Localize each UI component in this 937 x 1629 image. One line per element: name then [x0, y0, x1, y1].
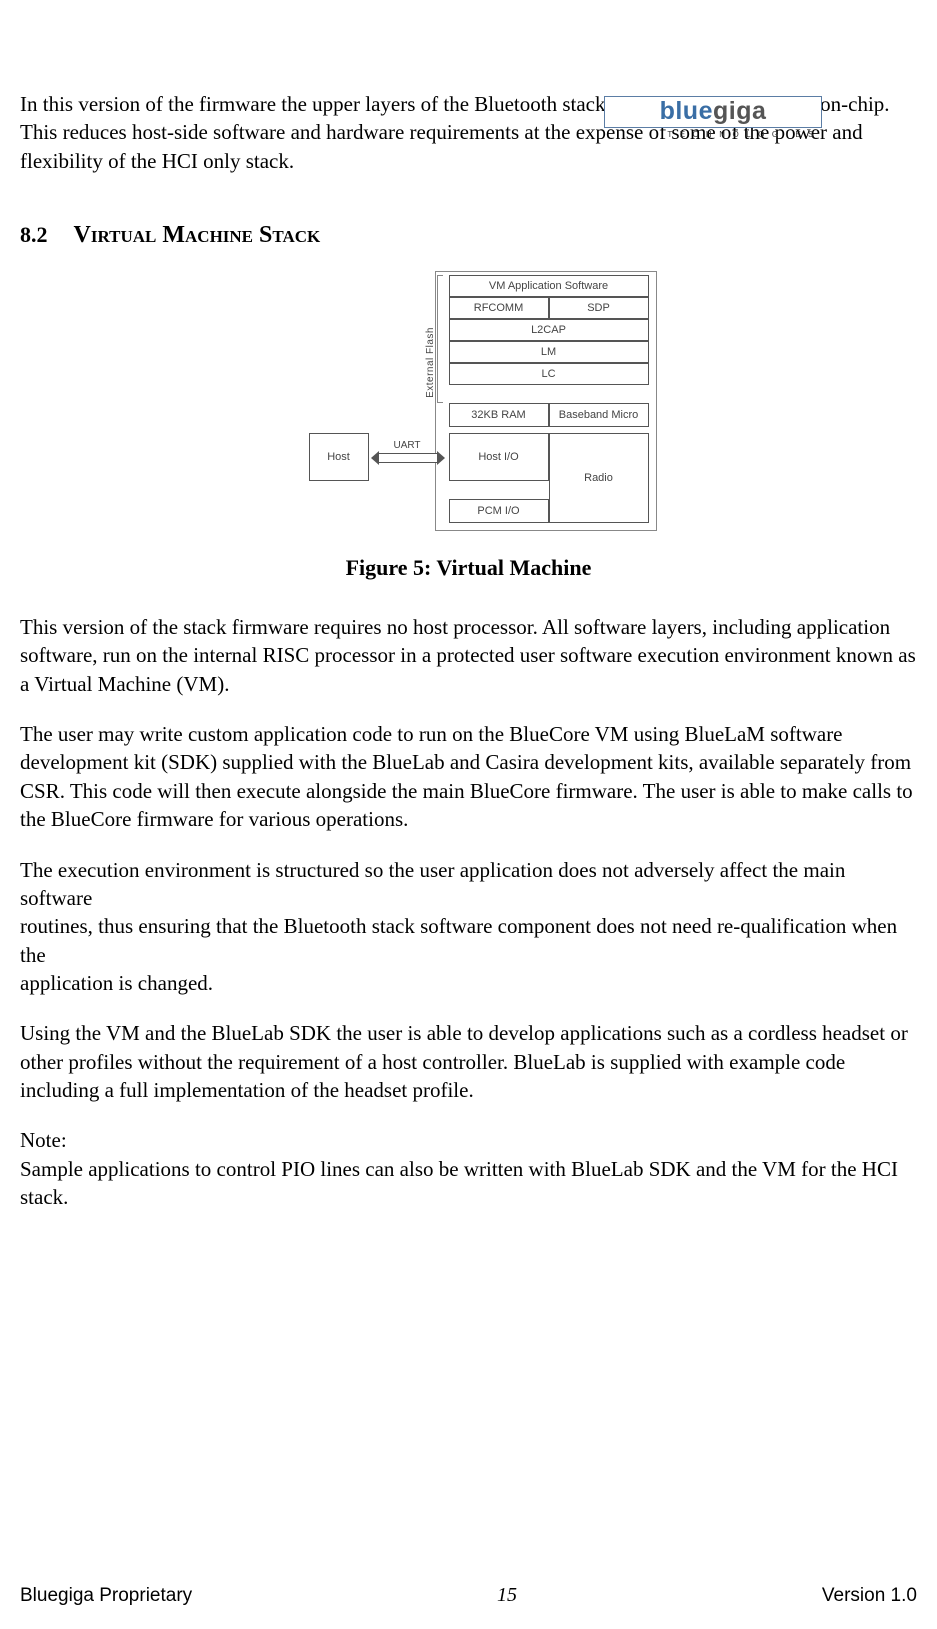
section-title: Virtual Machine Stack	[74, 222, 321, 248]
paragraph-2: The user may write custom application co…	[20, 720, 917, 833]
diagram-container: External Flash VM Application Software R…	[20, 265, 917, 537]
box-host-io: Host I/O	[449, 433, 549, 481]
logo-first: blue	[660, 97, 713, 125]
box-vm-app: VM Application Software	[449, 275, 649, 297]
logo-tagline: TECHNOLOGIES	[604, 130, 822, 141]
logo-second: giga	[713, 97, 766, 125]
figure-caption: Figure 5: Virtual Machine	[20, 553, 917, 583]
external-flash-label: External Flash	[424, 327, 438, 398]
footer-left: Bluegiga Proprietary	[20, 1583, 192, 1609]
arrow-head-left-icon	[371, 451, 379, 465]
box-baseband: Baseband Micro	[549, 403, 649, 427]
arrow-head-right-icon	[437, 451, 445, 465]
vm-stack-diagram: External Flash VM Application Software R…	[279, 265, 659, 537]
box-ram: 32KB RAM	[449, 403, 549, 427]
page-footer: Bluegiga Proprietary 15 Version 1.0	[20, 1582, 917, 1609]
box-lm: LM	[449, 341, 649, 363]
arrow-body-icon	[379, 453, 437, 463]
box-pcm-io: PCM I/O	[449, 499, 549, 523]
paragraph-1: This version of the stack firmware requi…	[20, 613, 917, 698]
paragraph-4: Using the VM and the BlueLab SDK the use…	[20, 1019, 917, 1104]
box-host: Host	[309, 433, 369, 481]
brand-logo: bluegiga TECHNOLOGIES	[604, 96, 822, 141]
paragraph-3: The execution environment is structured …	[20, 856, 917, 998]
box-sdp: SDP	[549, 297, 649, 319]
footer-right: Version 1.0	[822, 1583, 917, 1609]
box-rfcomm: RFCOMM	[449, 297, 549, 319]
logo-text: bluegiga	[660, 95, 767, 129]
paragraph-5: Note: Sample applications to control PIO…	[20, 1126, 917, 1211]
logo-box: bluegiga	[604, 96, 822, 128]
section-number: 8.2	[20, 220, 68, 250]
section-heading: 8.2 Virtual Machine Stack	[20, 219, 917, 251]
uart-label: UART	[394, 439, 421, 453]
box-lc: LC	[449, 363, 649, 385]
box-radio: Radio	[549, 433, 649, 523]
footer-page-number: 15	[497, 1582, 517, 1609]
box-l2cap: L2CAP	[449, 319, 649, 341]
